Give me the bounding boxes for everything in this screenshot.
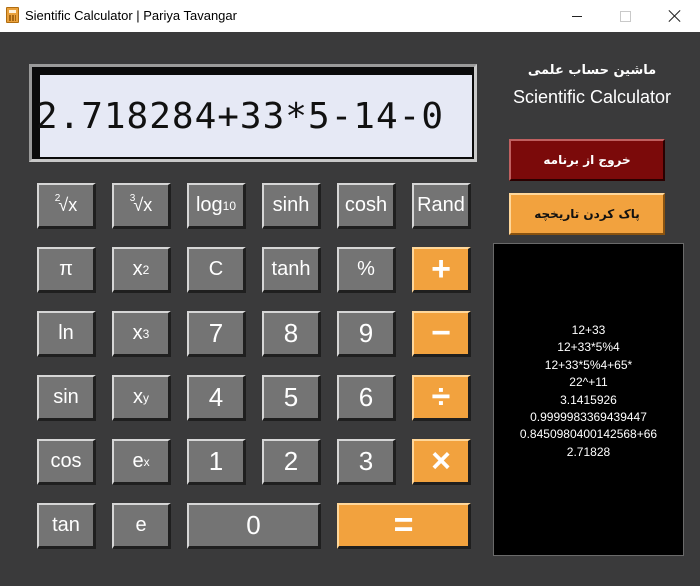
key-label: tan [52, 514, 80, 536]
key-label: 0 [246, 510, 261, 540]
maximize-icon [619, 10, 631, 22]
key-label: 9 [358, 318, 374, 348]
close-button[interactable] [652, 0, 698, 32]
tan-button[interactable]: tan [37, 503, 96, 549]
calculator-display: 2.718284+33*5-14-0 [36, 75, 472, 157]
display-value: 2.718284+33*5-14-0 [35, 95, 444, 137]
root-index: 2 [54, 193, 61, 204]
minimize-icon [572, 15, 582, 17]
key-label: π [59, 258, 73, 280]
calculator-app-icon [6, 7, 19, 23]
key-label: √x [58, 195, 78, 215]
square-button[interactable]: x2 [112, 247, 171, 293]
square-root-button[interactable]: 2 √x [37, 183, 96, 229]
pi-button[interactable]: π [37, 247, 96, 293]
history-panel: 12+33 12+33*5%4 12+33*5%4+65* 22^+11 3.1… [493, 243, 684, 556]
plus-button[interactable]: + [412, 247, 471, 293]
ln-button[interactable]: ln [37, 311, 96, 357]
key-label: x [132, 322, 143, 344]
key-label: 1 [208, 446, 224, 476]
key-label: + [431, 250, 451, 288]
key-label: ln [58, 322, 74, 344]
log10-button[interactable]: log 10 [187, 183, 246, 229]
equals-button[interactable]: = [337, 503, 471, 549]
history-entry: 22^+11 [569, 375, 608, 390]
cube-button[interactable]: x3 [112, 311, 171, 357]
multiply-button[interactable]: × [412, 439, 471, 485]
exit-button[interactable]: خروج از برنامه [509, 139, 665, 181]
euler-e-button[interactable]: e [112, 503, 171, 549]
title-bar: Sientific Calculator | Pariya Tavangar [0, 0, 700, 32]
digit-7-button[interactable]: 7 [187, 311, 246, 357]
history-entry: 3.1415926 [560, 392, 617, 407]
window-title: Sientific Calculator | Pariya Tavangar [25, 8, 237, 23]
cos-button[interactable]: cos [37, 439, 96, 485]
key-label: 2 [283, 446, 299, 476]
key-label: 7 [208, 318, 224, 348]
key-label: % [357, 258, 375, 280]
key-label: 3 [358, 446, 374, 476]
maximize-button[interactable] [602, 0, 648, 32]
power-button[interactable]: xy [112, 375, 171, 421]
minimize-button[interactable] [554, 0, 600, 32]
persian-title: ماشین حساب علمی [527, 63, 657, 78]
key-label: 4 [208, 382, 224, 412]
tanh-button[interactable]: tanh [262, 247, 321, 293]
history-list: 12+33 12+33*5%4 12+33*5%4+65* 22^+11 3.1… [494, 322, 683, 461]
key-label: cos [50, 450, 82, 472]
cosh-button[interactable]: cosh [337, 183, 396, 229]
key-label: 8 [283, 318, 299, 348]
key-label: Rand [417, 194, 465, 216]
history-entry: 0.9999983369439447 [530, 410, 647, 425]
key-label: e [132, 450, 144, 472]
history-entry: 2.71828 [566, 444, 611, 459]
digit-4-button[interactable]: 4 [187, 375, 246, 421]
clear-button[interactable]: C [187, 247, 246, 293]
key-label: log [195, 194, 223, 216]
digit-3-button[interactable]: 3 [337, 439, 396, 485]
history-entry: 12+33*5%4 [557, 340, 620, 355]
history-entry: 0.8450980400142568+66 [519, 427, 658, 442]
digit-9-button[interactable]: 9 [337, 311, 396, 357]
exp-button[interactable]: ex [112, 439, 171, 485]
english-title: Scientific Calculator [512, 87, 672, 107]
digit-8-button[interactable]: 8 [262, 311, 321, 357]
clear-history-button[interactable]: پاک کردن تاریخچه [509, 193, 665, 235]
display-frame: 2.718284+33*5-14-0 [29, 64, 477, 162]
percent-button[interactable]: % [337, 247, 396, 293]
sin-button[interactable]: sin [37, 375, 96, 421]
digit-6-button[interactable]: 6 [337, 375, 396, 421]
key-label: tanh [271, 258, 311, 280]
key-label: ÷ [431, 378, 451, 416]
key-label: e [135, 514, 147, 536]
digit-2-button[interactable]: 2 [262, 439, 321, 485]
key-label: √x [133, 195, 153, 215]
key-label: 6 [358, 382, 374, 412]
divide-button[interactable]: ÷ [412, 375, 471, 421]
key-label: x [132, 258, 143, 280]
minus-button[interactable]: − [412, 311, 471, 357]
digit-5-button[interactable]: 5 [262, 375, 321, 421]
key-label: × [431, 442, 451, 480]
clear-history-label: پاک کردن تاریخچه [534, 207, 640, 221]
digit-0-button[interactable]: 0 [187, 503, 321, 549]
cube-root-button[interactable]: 3 √x [112, 183, 171, 229]
key-label: sinh [272, 194, 310, 216]
key-label: x [133, 386, 143, 408]
random-button[interactable]: Rand [412, 183, 471, 229]
key-label: C [208, 258, 224, 280]
history-entry: 12+33 [571, 323, 606, 337]
digit-1-button[interactable]: 1 [187, 439, 246, 485]
history-entry: 12+33*5%4+65* [544, 357, 633, 372]
sinh-button[interactable]: sinh [262, 183, 321, 229]
root-index: 3 [129, 193, 136, 204]
key-label: 5 [283, 382, 299, 412]
key-label: sin [53, 386, 79, 408]
exit-button-label: خروج از برنامه [543, 153, 631, 167]
key-label: cosh [344, 194, 388, 216]
key-label: − [431, 314, 451, 352]
key-label: = [393, 506, 414, 544]
close-icon [669, 10, 681, 22]
